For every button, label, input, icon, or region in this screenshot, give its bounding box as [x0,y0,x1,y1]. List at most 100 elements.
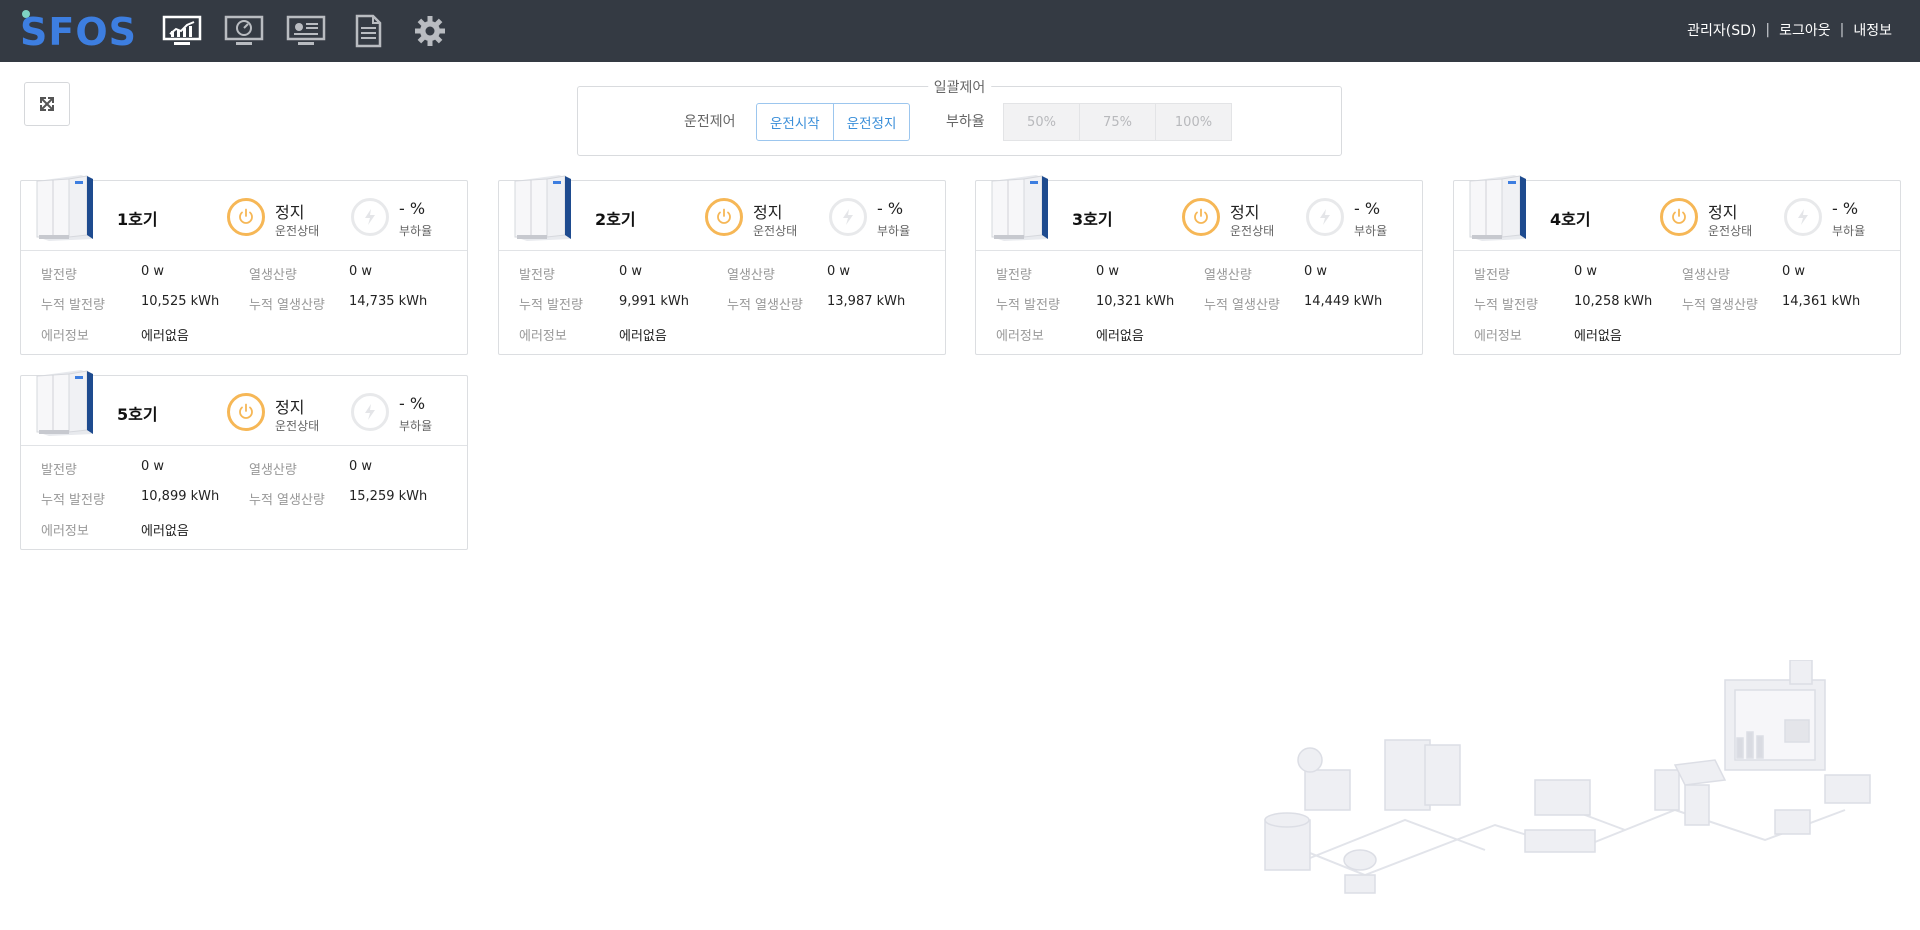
error-info-value: 에러없음 [619,329,667,344]
generation-value: 0 w [619,264,643,279]
error-info-label: 에러정보 [519,329,567,344]
my-info-link[interactable]: 내정보 [1853,20,1892,40]
cumulative-generation-label: 누적 발전량 [519,298,583,313]
generation-label: 발전량 [996,268,1032,283]
operation-state-label: 운전상태 [1230,224,1275,238]
unit-name: 4호기 [1550,210,1591,229]
heat-production-label: 열생산량 [249,268,297,283]
generation-label: 발전량 [41,268,77,283]
cumulative-generation-label: 누적 발전량 [1474,298,1538,313]
lightning-bolt-icon [1784,198,1822,236]
unit-card[interactable]: 4호기 정지 운전상태 - % 부하율 발전량 0 w 열생산량 0 w 누적 … [1453,175,1901,355]
generation-value: 0 w [1096,264,1120,279]
load-rate-value: - % [1354,199,1381,218]
lightning-bolt-icon [351,393,389,431]
heat-production-label: 열생산량 [1204,268,1252,283]
sfos-logo[interactable]: SFOS [20,8,138,54]
operation-state: 정지 [1708,203,1738,222]
unit-card-header: 3호기 정지 운전상태 - % 부하율 [976,175,1422,251]
operation-state: 정지 [275,203,305,222]
gear-icon[interactable] [410,14,450,48]
expand-icon [40,97,54,111]
power-icon[interactable] [705,198,743,236]
error-info-value: 에러없음 [1096,329,1144,344]
power-icon[interactable] [227,198,265,236]
operation-state-label: 운전상태 [1708,224,1753,238]
cumulative-heat-value: 13,987 kWh [827,294,906,309]
cumulative-heat-value: 14,449 kWh [1304,294,1383,309]
heat-production-label: 열생산량 [1682,268,1730,283]
cumulative-heat-label: 누적 열생산량 [1682,298,1758,313]
unit-card[interactable]: 2호기 정지 운전상태 - % 부하율 발전량 0 w 열생산량 0 w 누적 … [498,175,946,355]
load-50-button[interactable]: 50% [1003,103,1080,141]
lightning-bolt-icon [1306,198,1344,236]
logout-link[interactable]: 로그아웃 [1779,20,1831,40]
monitor-gauge-icon[interactable] [224,14,264,48]
unit-card-header: 4호기 정지 운전상태 - % 부하율 [1454,175,1900,251]
fuel-cell-unit-icon [1469,175,1526,241]
error-info-value: 에러없음 [141,329,189,344]
fuel-cell-unit-icon [991,175,1048,241]
monitor-chart-icon[interactable] [162,14,202,48]
cumulative-heat-value: 14,735 kWh [349,294,428,309]
operation-control-label: 운전제어 [684,114,736,130]
fullscreen-button[interactable] [24,82,70,126]
user-name-link[interactable]: 관리자(SD) [1687,20,1756,40]
stop-operation-button[interactable]: 운전정지 [833,103,911,141]
error-info-value: 에러없음 [141,524,189,539]
operation-state: 정지 [753,203,783,222]
load-100-button[interactable]: 100% [1155,103,1232,141]
error-info-label: 에러정보 [996,329,1044,344]
load-rate-label: 부하율 [399,224,433,238]
cumulative-generation-value: 10,899 kWh [141,489,220,504]
batch-control-panel: 일괄제어 운전제어 운전시작 운전정지 부하율 50% 75% 100% [577,77,1342,156]
operation-state-label: 운전상태 [275,224,320,238]
unit-card-header: 1호기 정지 운전상태 - % 부하율 [21,175,467,251]
cumulative-heat-value: 15,259 kWh [349,489,428,504]
start-operation-button[interactable]: 운전시작 [756,103,834,141]
cumulative-heat-label: 누적 열생산량 [727,298,803,313]
heat-production-value: 0 w [349,459,373,474]
heat-production-value: 0 w [1304,264,1328,279]
operation-state-label: 운전상태 [275,419,320,433]
cumulative-generation-value: 10,525 kWh [141,294,220,309]
error-info-label: 에러정보 [41,329,89,344]
unit-card[interactable]: 1호기 정지 운전상태 - % 부하율 발전량 0 w 열생산량 0 w 누적 … [20,175,468,355]
cumulative-generation-label: 누적 발전량 [41,493,105,508]
monitor-presentation-icon[interactable] [286,14,326,48]
unit-card[interactable]: 5호기 정지 운전상태 - % 부하율 발전량 0 w 열생산량 0 w 누적 … [20,370,468,550]
unit-card[interactable]: 3호기 정지 운전상태 - % 부하율 발전량 0 w 열생산량 0 w 누적 … [975,175,1423,355]
operation-state-label: 운전상태 [753,224,798,238]
generation-value: 0 w [1574,264,1598,279]
error-info-label: 에러정보 [41,524,89,539]
error-info-value: 에러없음 [1574,329,1622,344]
unit-card-header: 5호기 정지 운전상태 - % 부하율 [21,370,467,446]
lightning-bolt-icon [829,198,867,236]
user-menu: 관리자(SD) | 로그아웃 | 내정보 [1687,20,1892,40]
operation-state: 정지 [1230,203,1260,222]
cumulative-generation-value: 9,991 kWh [619,294,689,309]
fuel-cell-unit-icon [36,175,93,241]
power-icon[interactable] [227,393,265,431]
logo-text: SFOS [20,10,137,54]
load-rate-label: 부하율 [1832,224,1866,238]
load-rate-label: 부하율 [946,114,985,130]
cumulative-heat-label: 누적 열생산량 [1204,298,1280,313]
document-icon[interactable] [348,14,388,48]
fuel-cell-unit-icon [36,370,93,436]
load-rate-value: - % [1832,199,1859,218]
load-rate-label: 부하율 [877,224,911,238]
generation-label: 발전량 [519,268,555,283]
load-rate-button-group: 50% 75% 100% [1003,103,1232,141]
power-icon[interactable] [1660,198,1698,236]
operation-button-group: 운전시작 운전정지 [756,103,911,141]
power-icon[interactable] [1182,198,1220,236]
load-75-button[interactable]: 75% [1079,103,1156,141]
unit-name: 1호기 [117,210,158,229]
load-rate-value: - % [399,199,426,218]
cumulative-heat-value: 14,361 kWh [1782,294,1861,309]
generation-value: 0 w [141,459,165,474]
heat-production-label: 열생산량 [249,463,297,478]
batch-control-title: 일괄제어 [927,77,992,97]
plant-illustration [1264,660,1871,894]
